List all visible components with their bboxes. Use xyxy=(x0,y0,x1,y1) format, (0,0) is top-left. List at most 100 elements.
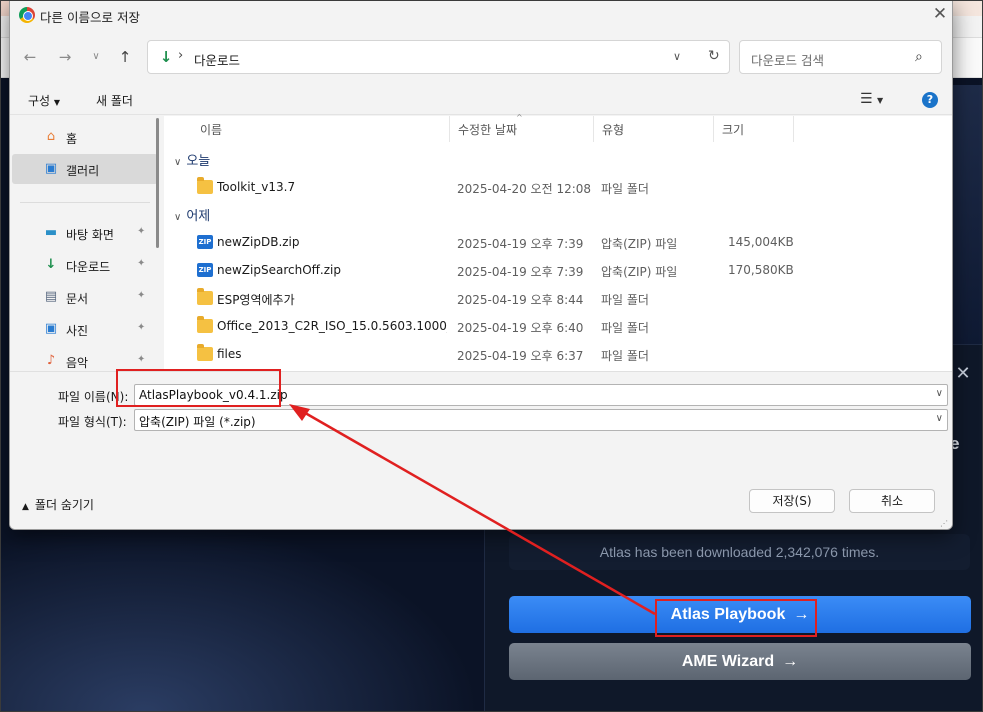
breadcrumb-current[interactable]: 다운로드 xyxy=(194,50,240,69)
dialog-title: 다른 이름으로 저장 xyxy=(40,10,140,25)
title-bar: 다른 이름으로 저장 ✕ xyxy=(10,1,952,29)
forward-arrow-icon[interactable]: → xyxy=(55,47,75,67)
column-header-size[interactable]: 크기 xyxy=(714,116,794,142)
folder-icon xyxy=(197,344,213,361)
chevron-up-icon: ▲ xyxy=(22,502,29,512)
file-type: 압축(ZIP) 파일 xyxy=(601,265,678,279)
pin-icon[interactable]: ✦ xyxy=(137,290,145,301)
new-folder-button[interactable]: 새 폴더 xyxy=(96,92,133,109)
navigation-pane: ⌂ 홈 ▣ 갤러리 ▬ 바탕 화면 ✦ ↓ 다운로드 ✦ ▤ 문서 ✦ ▣ 사진… xyxy=(10,116,160,371)
column-header-type[interactable]: 유형 xyxy=(594,116,714,142)
pin-icon[interactable]: ✦ xyxy=(137,226,145,237)
sidebar-item-label: 갤러리 xyxy=(66,164,100,178)
pin-icon[interactable]: ✦ xyxy=(137,258,145,269)
zip-file-icon: ZIP xyxy=(197,263,213,277)
pictures-icon: ▣ xyxy=(44,321,58,336)
command-bar: 구성 ▼ 새 폴더 ☰ ▼ ? xyxy=(10,85,952,115)
file-row[interactable]: Office_2013_C2R_ISO_15.0.5603.1000_... 2… xyxy=(164,313,944,341)
file-date: 2025-04-19 오후 6:37 xyxy=(457,349,584,363)
file-row[interactable]: ZIP newZipDB.zip 2025-04-19 오후 7:39 압축(Z… xyxy=(164,229,944,257)
sidebar-item-desktop[interactable]: ▬ 바탕 화면 ✦ xyxy=(12,218,158,248)
navigation-bar: ← → ∨ ↑ ↓ › 다운로드 ∨ ↻ 다운로드 검색 ⌕ xyxy=(10,37,952,77)
search-input[interactable]: 다운로드 검색 xyxy=(751,50,824,69)
modal-close-icon[interactable]: ✕ xyxy=(955,365,971,383)
sidebar-divider xyxy=(20,202,150,203)
close-icon[interactable]: ✕ xyxy=(931,5,949,23)
organize-label: 구성 xyxy=(28,94,51,108)
address-bar[interactable]: ↓ › 다운로드 ∨ ↻ xyxy=(147,40,730,74)
file-row[interactable]: ESP영역에추가 2025-04-19 오후 8:44 파일 폴더 xyxy=(164,285,944,313)
file-date: 2025-04-19 오후 7:39 xyxy=(457,265,584,279)
chevron-down-icon: ∨ xyxy=(174,212,182,223)
file-row[interactable]: Toolkit_v13.7 2025-04-20 오전 12:08 파일 폴더 xyxy=(164,174,944,202)
ame-wizard-label: AME Wizard xyxy=(681,653,775,670)
folder-icon xyxy=(197,316,213,333)
folder-icon xyxy=(197,177,213,194)
file-size: 145,004KB xyxy=(728,235,794,249)
recent-locations-chevron-icon[interactable]: ∨ xyxy=(86,47,106,67)
file-type: 파일 폴더 xyxy=(601,293,649,307)
search-box[interactable]: 다운로드 검색 ⌕ xyxy=(739,40,942,74)
gallery-icon: ▣ xyxy=(44,161,58,176)
file-type: 파일 폴더 xyxy=(601,182,649,196)
sidebar-scrollbar[interactable] xyxy=(156,118,159,248)
sidebar-item-label: 바탕 화면 xyxy=(66,228,114,242)
pin-icon[interactable]: ✦ xyxy=(137,322,145,333)
file-name: Office_2013_C2R_ISO_15.0.5603.1000_... xyxy=(217,319,447,333)
resize-grip-icon[interactable]: ⋰ xyxy=(940,519,948,528)
breadcrumb-separator-icon: › xyxy=(178,48,184,63)
chevron-down-icon: ▼ xyxy=(877,96,884,105)
sidebar-item-downloads[interactable]: ↓ 다운로드 ✦ xyxy=(12,250,158,280)
refresh-icon[interactable]: ↻ xyxy=(708,48,720,64)
group-header-today[interactable]: ∨ 오늘 xyxy=(174,150,210,169)
column-header-label: 수정한 날짜 xyxy=(458,123,518,137)
column-header-date[interactable]: ^ 수정한 날짜 xyxy=(450,113,594,142)
sidebar-item-documents[interactable]: ▤ 문서 ✦ xyxy=(12,282,158,312)
filetype-label: 파일 형식(T): xyxy=(58,415,127,429)
pin-icon[interactable]: ✦ xyxy=(137,354,145,365)
save-as-dialog: 다른 이름으로 저장 ✕ ← → ∨ ↑ ↓ › 다운로드 ∨ ↻ 다운로드 검… xyxy=(9,0,953,530)
desktop-icon: ▬ xyxy=(44,225,58,240)
column-header-label: 이름 xyxy=(200,123,223,137)
cancel-button[interactable]: 취소 xyxy=(849,489,935,513)
zip-file-icon: ZIP xyxy=(197,235,213,249)
file-row[interactable]: files 2025-04-19 오후 6:37 파일 폴더 xyxy=(164,341,944,369)
chevron-down-icon: ▼ xyxy=(53,98,61,107)
file-list-scrollbar[interactable] xyxy=(952,132,953,227)
back-arrow-icon[interactable]: ← xyxy=(20,47,40,67)
file-size: 170,580KB xyxy=(728,263,794,277)
file-row[interactable]: ZIP newZipSearchOff.zip 2025-04-19 오후 7:… xyxy=(164,257,944,285)
hide-folders-toggle[interactable]: ▲ 폴더 숨기기 xyxy=(22,496,94,513)
sort-caret-icon: ^ xyxy=(516,113,523,122)
chevron-down-icon[interactable]: ∨ xyxy=(936,413,943,424)
column-header-name[interactable]: 이름 xyxy=(192,116,450,142)
file-date: 2025-04-19 오후 6:40 xyxy=(457,321,584,335)
address-dropdown-chevron-icon[interactable]: ∨ xyxy=(673,50,681,63)
arrow-right-icon: → xyxy=(782,653,799,670)
file-name: files xyxy=(217,347,242,361)
save-button[interactable]: 저장(S) xyxy=(749,489,835,513)
chevron-down-icon[interactable]: ∨ xyxy=(936,388,943,399)
document-icon: ▤ xyxy=(44,289,58,304)
file-name: newZipSearchOff.zip xyxy=(217,263,341,277)
filetype-select[interactable]: 압축(ZIP) 파일 (*.zip) ∨ xyxy=(134,409,948,431)
file-date: 2025-04-19 오후 8:44 xyxy=(457,293,584,307)
chrome-icon xyxy=(19,7,35,23)
download-icon: ↓ xyxy=(45,257,57,272)
background-glow xyxy=(0,520,480,712)
sidebar-item-gallery[interactable]: ▣ 갤러리 xyxy=(12,154,158,184)
file-name: ESP영역에추가 xyxy=(217,293,295,307)
file-date: 2025-04-19 오후 7:39 xyxy=(457,237,584,251)
hide-folders-label: 폴더 숨기기 xyxy=(34,498,94,512)
sidebar-item-home[interactable]: ⌂ 홈 xyxy=(12,122,158,152)
ame-wizard-button[interactable]: AME Wizard → xyxy=(509,643,971,680)
group-header-yesterday[interactable]: ∨ 어제 xyxy=(174,205,210,224)
download-count-text: Atlas has been downloaded 2,342,076 time… xyxy=(509,534,970,570)
up-arrow-icon[interactable]: ↑ xyxy=(115,47,135,67)
file-date: 2025-04-20 오전 12:08 xyxy=(457,182,592,196)
help-icon[interactable]: ? xyxy=(922,92,938,108)
organize-button[interactable]: 구성 ▼ xyxy=(28,92,60,109)
file-type: 파일 폴더 xyxy=(601,349,649,363)
view-options-icon[interactable]: ☰ ▼ xyxy=(860,91,883,107)
sidebar-item-pictures[interactable]: ▣ 사진 ✦ xyxy=(12,314,158,344)
